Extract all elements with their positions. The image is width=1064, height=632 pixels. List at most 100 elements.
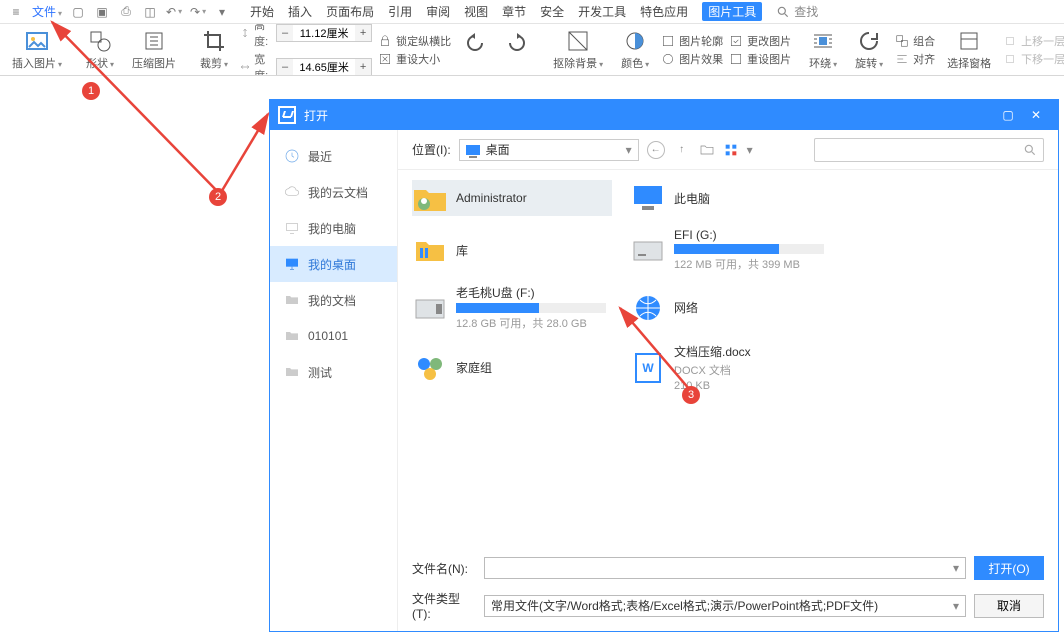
width-input[interactable]	[293, 59, 355, 75]
compress-icon	[142, 29, 166, 53]
folder-administrator[interactable]: Administrator	[412, 180, 612, 216]
sidebar-item-desktop[interactable]: 我的桌面	[270, 246, 397, 282]
view-icon[interactable]	[723, 142, 739, 158]
move-up-label: 上移一层	[1021, 33, 1064, 49]
new-folder-icon[interactable]	[699, 142, 715, 158]
sidebar-item-docs[interactable]: 我的文档	[270, 282, 397, 318]
desktop-icon	[284, 256, 300, 272]
rotate-right-button[interactable]	[499, 24, 535, 75]
qat-redo-icon[interactable]: ↷	[190, 4, 206, 20]
move-down-icon	[1003, 52, 1017, 66]
quick-access-toolbar: ≡ 文件 ▢ ▣ ⎙ ◫ ↶ ↷ ▾	[8, 3, 230, 20]
qat-new-icon[interactable]: ▢	[70, 4, 86, 20]
height-input[interactable]	[293, 25, 355, 41]
sidebar-item-test[interactable]: 测试	[270, 354, 397, 390]
tab-dev[interactable]: 开发工具	[578, 3, 626, 20]
tab-start[interactable]: 开始	[250, 3, 274, 20]
height-spinner[interactable]: – +	[276, 24, 372, 42]
lock-aspect-checkbox[interactable]: 锁定纵横比	[378, 33, 451, 49]
chevron-down-icon: ▾	[626, 143, 632, 157]
qat-print-icon[interactable]: ⎙	[118, 4, 134, 20]
tab-layout[interactable]: 页面布局	[326, 3, 374, 20]
tab-ref[interactable]: 引用	[388, 3, 412, 20]
qat-open-icon[interactable]: ▣	[94, 4, 110, 20]
filename-combo[interactable]: ▾	[484, 557, 966, 579]
reset-size-button[interactable]: 重设大小	[378, 51, 451, 67]
open-button[interactable]: 打开(O)	[974, 556, 1044, 580]
pic-outline-button[interactable]: 图片轮廓	[661, 33, 723, 49]
view-dd-icon[interactable]: ▾	[747, 143, 753, 157]
qat-preview-icon[interactable]: ◫	[142, 4, 158, 20]
cancel-button[interactable]: 取消	[974, 594, 1044, 618]
pic-effects-button[interactable]: 图片效果	[661, 51, 723, 67]
tab-picture-tools[interactable]: 图片工具	[702, 2, 762, 21]
align-button[interactable]: 对齐	[895, 51, 935, 67]
close-button[interactable]: ✕	[1022, 100, 1050, 130]
sidebar-item-cloud[interactable]: 我的云文档	[270, 174, 397, 210]
nav-back-button[interactable]: ←	[647, 141, 665, 159]
library-icon	[412, 232, 448, 268]
crop-button[interactable]: 裁剪	[194, 24, 234, 75]
tab-security[interactable]: 安全	[540, 3, 564, 20]
shape-icon	[88, 29, 112, 53]
svg-text:W: W	[642, 361, 654, 375]
filetype-combo[interactable]: 常用文件(文字/Word格式;表格/Excel格式;演示/PowerPoint格…	[484, 595, 966, 617]
menu-icon[interactable]: ≡	[8, 4, 24, 20]
insert-picture-button[interactable]: 插入图片	[6, 24, 68, 75]
entry-network[interactable]: 网络	[630, 284, 830, 331]
reset-pic-icon	[729, 52, 743, 66]
sidebar-item-computer[interactable]: 我的电脑	[270, 210, 397, 246]
shape-button[interactable]: 形状	[80, 24, 120, 75]
tab-insert[interactable]: 插入	[288, 3, 312, 20]
width-minus-button[interactable]: –	[277, 59, 293, 75]
outline-icon	[661, 34, 675, 48]
entry-homegroup[interactable]: 家庭组	[412, 343, 612, 392]
compress-button[interactable]: 压缩图片	[126, 24, 182, 75]
drive-efi[interactable]: EFI (G:) 122 MB 可用，共 399 MB	[630, 228, 830, 272]
qat-undo-icon[interactable]: ↶	[166, 4, 182, 20]
wrap-button[interactable]: 环绕	[803, 24, 843, 75]
width-plus-button[interactable]: +	[355, 59, 371, 75]
entry-library[interactable]: 库	[412, 228, 612, 272]
user-folder-icon	[412, 180, 448, 216]
file-menu[interactable]: 文件	[32, 3, 62, 20]
tab-review[interactable]: 审阅	[426, 3, 450, 20]
folder-icon	[284, 328, 300, 344]
entry-thispc[interactable]: 此电脑	[630, 180, 830, 216]
dialog-search-box[interactable]	[814, 138, 1044, 162]
nav-up-button[interactable]: ↑	[673, 141, 691, 159]
move-up-button[interactable]: 上移一层	[1003, 33, 1064, 49]
height-plus-button[interactable]: +	[355, 25, 371, 41]
tab-featured[interactable]: 特色应用	[640, 3, 688, 20]
search-label: 查找	[794, 3, 818, 20]
tab-chapter[interactable]: 章节	[502, 3, 526, 20]
select-pane-button[interactable]: 选择窗格	[941, 24, 997, 75]
annotation-badge-2: 2	[209, 188, 227, 206]
maximize-button[interactable]: ▢	[994, 100, 1022, 130]
rotate-left-button[interactable]	[457, 24, 493, 75]
pic-change-stack: 更改图片 重设图片	[729, 33, 791, 67]
qat-dd-icon[interactable]: ▾	[214, 4, 230, 20]
reset-pic-button[interactable]: 重设图片	[729, 51, 791, 67]
location-select[interactable]: 桌面 ▾	[459, 139, 639, 161]
group-button[interactable]: 组合	[895, 33, 935, 49]
tab-view[interactable]: 视图	[464, 3, 488, 20]
color-button[interactable]: 颜色	[615, 24, 655, 75]
sidebar-item-recent[interactable]: 最近	[270, 138, 397, 174]
rotate-button[interactable]: 旋转	[849, 24, 889, 75]
move-down-button[interactable]: 下移一层	[1003, 51, 1064, 67]
height-minus-button[interactable]: –	[277, 25, 293, 41]
lock-icon	[378, 34, 392, 48]
docx-icon: W	[630, 350, 666, 386]
remove-bg-button[interactable]: 抠除背景	[547, 24, 609, 75]
width-spinner[interactable]: – +	[276, 58, 372, 76]
search-box[interactable]: 查找	[776, 3, 818, 20]
computer-icon	[284, 220, 300, 236]
reset-pic-label: 重设图片	[747, 51, 791, 67]
file-docx[interactable]: W 文档压缩.docx DOCX 文档 210 KB	[630, 343, 830, 392]
dialog-titlebar[interactable]: 打开 ▢ ✕	[270, 100, 1058, 130]
open-dialog: 打开 ▢ ✕ 最近 我的云文档 我的电脑 我的桌面 我的文档 010101 测试…	[269, 99, 1059, 632]
sidebar-item-010101[interactable]: 010101	[270, 318, 397, 354]
drive-udisk[interactable]: 老毛桃U盘 (F:) 12.8 GB 可用，共 28.0 GB	[412, 284, 612, 331]
change-pic-button[interactable]: 更改图片	[729, 33, 791, 49]
